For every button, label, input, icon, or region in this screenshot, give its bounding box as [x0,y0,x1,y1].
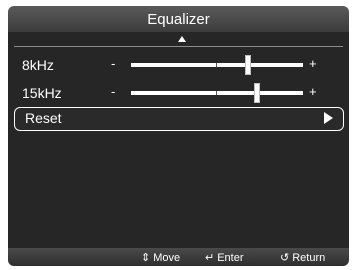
scroll-up-icon[interactable] [178,36,186,42]
eq-band-15khz[interactable]: 15kHz - + [14,82,343,104]
eq-band-label: 15kHz [22,85,62,101]
menu-title: Equalizer [147,11,210,28]
enter-hint: ↵ Enter [205,251,244,264]
key-guide-bar: ⇕ Move ↵ Enter ↺ Return [8,248,349,266]
move-hint: ⇕ Move [141,251,180,264]
equalizer-osd: Equalizer 8kHz - + 15kHz - + Reset ⇕ Move… [0,0,357,270]
return-label: Return [292,252,326,264]
eq-slider-track[interactable] [131,83,303,103]
return-icon: ↺ [280,252,290,264]
decrease-sign: - [111,56,116,71]
return-hint: ↺ Return [280,251,325,264]
up-down-icon: ⇕ [141,252,151,264]
eq-slider-track[interactable] [131,55,303,75]
increase-sign: + [309,84,317,99]
divider [14,46,343,47]
eq-slider-knob[interactable] [244,55,251,75]
eq-slider-knob[interactable] [253,83,260,103]
triangle-right-icon [324,112,333,124]
reset-menu-item[interactable]: Reset [14,107,344,131]
enter-label: Enter [217,252,244,264]
move-label: Move [153,252,181,264]
slider-center-mark [216,63,217,67]
eq-band-8khz[interactable]: 8kHz - + [14,54,343,76]
increase-sign: + [309,56,317,71]
reset-label: Reset [25,110,62,126]
eq-band-label: 8kHz [22,57,54,73]
slider-center-mark [216,91,217,95]
enter-icon: ↵ [205,252,215,264]
menu-title-bar: Equalizer [8,6,349,32]
decrease-sign: - [111,84,116,99]
